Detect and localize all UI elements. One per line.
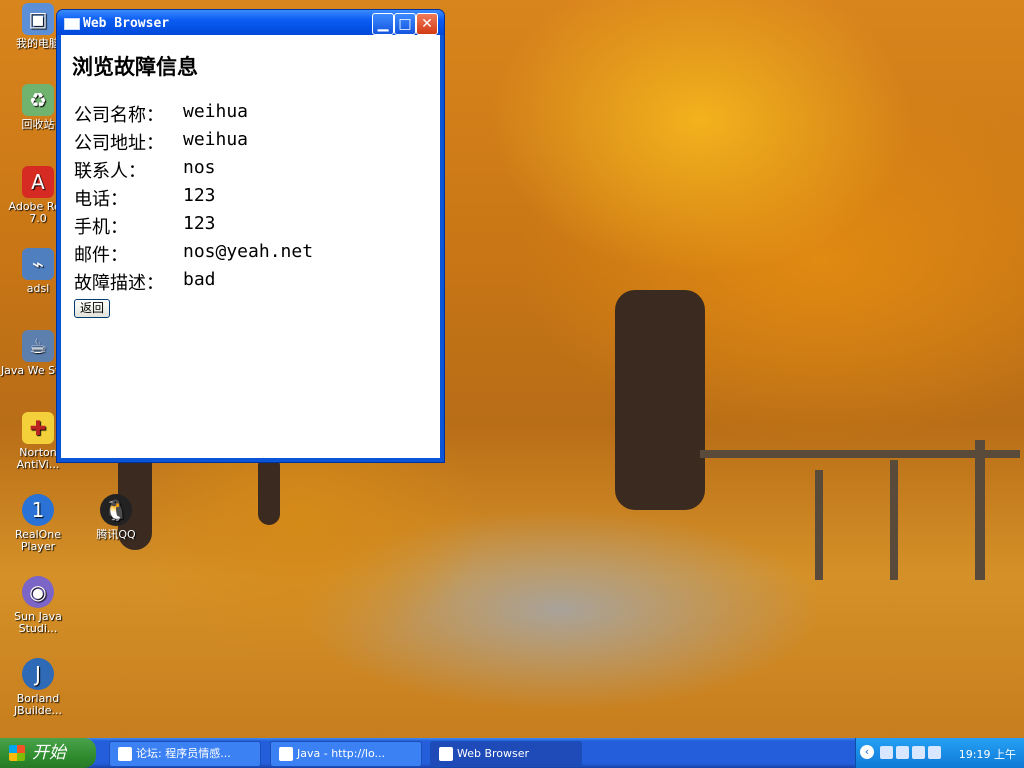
adobe-reader-icon: A <box>22 166 54 198</box>
system-tray: ‹ 19:19 上午 <box>855 738 1024 768</box>
page-heading: 浏览故障信息 <box>72 54 198 79</box>
wallpaper-fence <box>975 440 985 580</box>
clock[interactable]: 19:19 上午 <box>959 746 1016 762</box>
web-browser-window[interactable]: Web Browser ▁ □ ✕ 浏览故障信息 公司名称： weihua 公司… <box>57 10 444 462</box>
ati-tray-icon[interactable] <box>928 746 941 759</box>
windows-logo-icon <box>9 745 25 761</box>
computer-icon: ▣ <box>22 3 54 35</box>
network-tray-icon[interactable] <box>912 746 925 759</box>
wallpaper-tree <box>615 290 705 510</box>
wallpaper-fence <box>815 470 823 580</box>
qq-penguin-icon: 🐧 <box>100 494 132 526</box>
tray-icon[interactable] <box>896 746 909 759</box>
window-icon <box>64 18 80 30</box>
window-titlebar[interactable]: Web Browser ▁ □ ✕ <box>57 10 444 35</box>
taskbar-item-web-browser[interactable]: Web Browser <box>430 741 582 767</box>
taskbar: 开始 论坛: 程序员情感... Java - http://lo... Web … <box>0 738 1024 768</box>
show-hidden-icons-button[interactable]: ‹ <box>860 745 874 759</box>
browser-content: 浏览故障信息 公司名称： weihua 公司地址： weihua 联系人： no… <box>61 35 440 458</box>
norton-antivirus-icon: ✚ <box>22 412 54 444</box>
network-connection-icon: ⌁ <box>22 248 54 280</box>
window-icon <box>439 747 453 761</box>
close-button[interactable]: ✕ <box>416 13 438 35</box>
taskbar-item-java[interactable]: Java - http://lo... <box>270 741 422 767</box>
recycle-bin-icon: ♻ <box>22 84 54 116</box>
browser-icon <box>279 747 293 761</box>
desktop-icon-realone-player[interactable]: 1 RealOne Player <box>0 494 76 553</box>
window-title: Web Browser <box>83 16 170 31</box>
back-button[interactable]: 返回 <box>74 299 111 318</box>
maximize-button[interactable]: □ <box>394 13 416 35</box>
desktop-icon-qq[interactable]: 🐧 腾讯QQ <box>78 494 154 541</box>
sun-java-studio-icon: ◉ <box>22 576 54 608</box>
realone-player-icon: 1 <box>22 494 54 526</box>
wallpaper-tree <box>258 455 280 525</box>
start-button[interactable]: 开始 <box>0 738 96 768</box>
wallpaper-fence <box>890 460 898 580</box>
jbuilder-icon: J <box>22 658 54 690</box>
desktop-icon-sun-java-studio[interactable]: ◉ Sun Java Studi... <box>0 576 76 635</box>
taskbar-item-forum[interactable]: 论坛: 程序员情感... <box>109 741 261 767</box>
qq-tray-icon[interactable] <box>880 746 893 759</box>
java-icon: ☕ <box>22 330 54 362</box>
wallpaper-fence <box>700 450 1020 458</box>
desktop-icon-borland-jbuilder[interactable]: J Borland JBuilde... <box>0 658 76 717</box>
minimize-button[interactable]: ▁ <box>372 13 394 35</box>
ie-icon <box>118 747 132 761</box>
